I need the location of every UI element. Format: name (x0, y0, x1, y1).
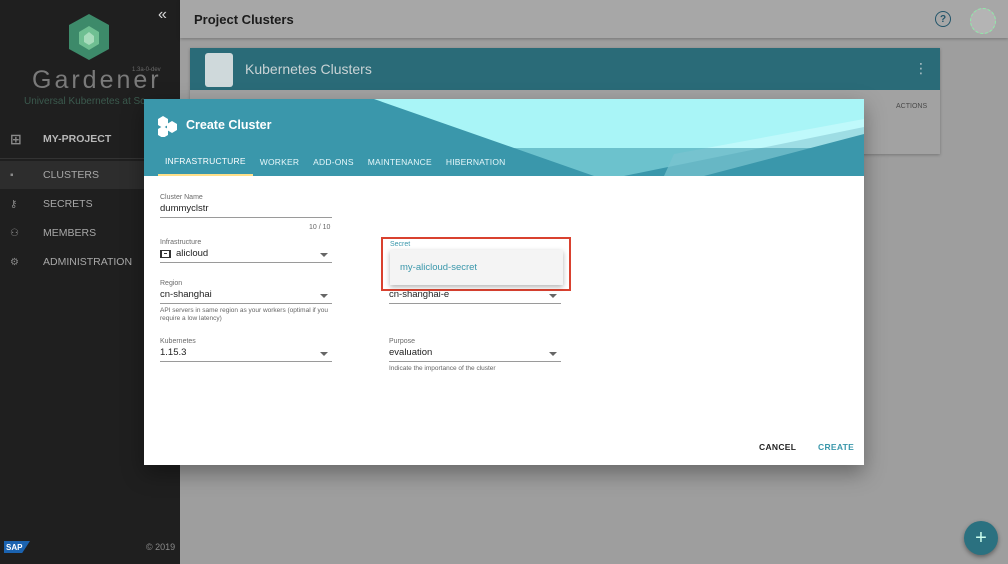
key-icon: ⚷ (10, 198, 18, 210)
cancel-button[interactable]: CANCEL (759, 442, 796, 452)
kubernetes-icon (205, 53, 233, 87)
more-vert-icon[interactable]: ⋮ (914, 60, 928, 77)
secret-select-highlight: Secret my-alicloud-secret (381, 237, 571, 291)
field-underline (160, 361, 332, 362)
clusters-icon: ▪ (10, 169, 14, 181)
secret-option[interactable]: my-alicloud-secret (390, 250, 563, 285)
alicloud-icon (160, 249, 171, 258)
purpose-hint: Indicate the importance of the cluster (389, 365, 496, 372)
field-label: Purpose (389, 338, 416, 345)
sap-logo: SAP (4, 541, 30, 553)
field-underline (160, 262, 332, 263)
actions-column-header: ACTIONS (896, 103, 928, 110)
collapse-sidebar-icon[interactable]: « (158, 6, 167, 24)
dropdown-arrow-icon (320, 294, 328, 298)
app-root: « Gardener 1.3a-0-dev Universal Kubernet… (0, 0, 1008, 564)
cluster-name-input[interactable]: dummyclstr (160, 203, 332, 214)
dropdown-arrow-icon (320, 253, 328, 257)
card-title: Kubernetes Clusters (245, 61, 372, 77)
create-cluster-dialog: Create Cluster INFRASTRUCTURE WORKER ADD… (144, 99, 864, 465)
char-counter: 10 / 10 (309, 224, 331, 231)
infrastructure-value: alicloud (160, 248, 332, 259)
field-label: Region (160, 280, 183, 287)
field-underline (389, 303, 561, 304)
project-name: MY-PROJECT (43, 133, 112, 145)
copyright: © 2019 (146, 542, 176, 552)
sidebar-item-label: MEMBERS (43, 227, 97, 239)
top-bar: Project Clusters ? (180, 0, 1008, 38)
secret-label: Secret (390, 241, 411, 248)
sidebar-item-label: ADMINISTRATION (43, 256, 133, 268)
add-cluster-button[interactable]: + (964, 521, 998, 555)
infrastructure-text: alicloud (176, 248, 209, 259)
field-underline (389, 361, 561, 362)
gear-icon: ⚙ (10, 256, 19, 268)
members-icon: ⚇ (10, 227, 19, 239)
gardener-logo-icon (69, 14, 109, 60)
region-hint: API servers in same region as your worke… (160, 307, 328, 323)
sidebar-item-label: SECRETS (43, 198, 93, 210)
create-button[interactable]: CREATE (818, 442, 854, 452)
kubernetes-value: 1.15.3 (160, 347, 187, 358)
region-value: cn-shanghai (160, 289, 212, 300)
dialog-tabs: INFRASTRUCTURE WORKER ADD-ONS MAINTENANC… (158, 148, 850, 176)
tab-hibernation[interactable]: HIBERNATION (439, 148, 513, 176)
card-header: Kubernetes Clusters ⋮ (190, 48, 940, 90)
field-label: Kubernetes (160, 338, 196, 345)
cluster-name-field[interactable]: Cluster Name dummyclstr (160, 194, 332, 218)
dialog-title: Create Cluster (186, 118, 272, 132)
purpose-select[interactable]: Purpose evaluation Indicate the importan… (389, 338, 561, 373)
infrastructure-select[interactable]: Infrastructure alicloud (160, 239, 332, 263)
kubernetes-select[interactable]: Kubernetes 1.15.3 (160, 338, 332, 362)
tab-infrastructure[interactable]: INFRASTRUCTURE (158, 148, 253, 176)
tab-worker[interactable]: WORKER (253, 148, 306, 176)
field-underline (160, 217, 332, 218)
field-label: Cluster Name (160, 194, 203, 201)
region-select[interactable]: Region cn-shanghai API servers in same r… (160, 280, 332, 323)
clusters-icon (158, 116, 177, 137)
help-icon[interactable]: ? (935, 11, 951, 27)
field-label: Infrastructure (160, 239, 202, 246)
tab-add-ons[interactable]: ADD-ONS (306, 148, 361, 176)
avatar[interactable] (970, 8, 996, 34)
sidebar-item-label: CLUSTERS (43, 169, 100, 181)
purpose-value: evaluation (389, 347, 433, 358)
tab-maintenance[interactable]: MAINTENANCE (361, 148, 439, 176)
dropdown-arrow-icon (320, 352, 328, 356)
field-underline (160, 303, 332, 304)
dropdown-arrow-icon (549, 294, 557, 298)
version-label: 1.3a-0-dev (132, 67, 161, 73)
page-title: Project Clusters (194, 12, 294, 27)
dialog-header: Create Cluster INFRASTRUCTURE WORKER ADD… (144, 99, 864, 176)
dropdown-arrow-icon (549, 352, 557, 356)
grid-icon: ⊞ (10, 130, 22, 147)
